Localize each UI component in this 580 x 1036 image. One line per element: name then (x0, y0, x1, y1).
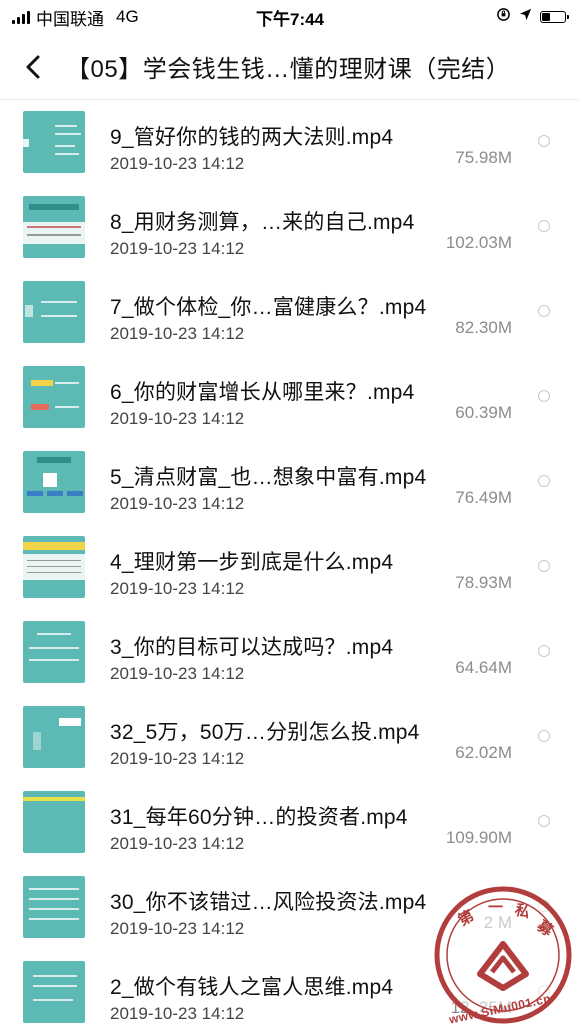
video-thumbnail (23, 366, 85, 428)
file-date: 2019-10-23 14:12 (110, 1004, 245, 1023)
file-row[interactable]: 32_5万，50万…分别怎么投.mp4 2019-10-23 14:12 62.… (0, 696, 580, 781)
video-thumbnail (23, 621, 85, 683)
chevron-left-icon (26, 55, 40, 78)
file-date: 2019-10-23 14:12 (110, 324, 245, 343)
select-radio[interactable] (538, 390, 550, 402)
video-thumbnail (23, 281, 85, 343)
select-radio[interactable] (538, 135, 550, 147)
select-radio[interactable] (538, 220, 550, 232)
select-radio[interactable] (538, 645, 550, 657)
video-thumbnail (23, 111, 85, 173)
file-row[interactable]: 9_管好你的钱的两大法则.mp4 2019-10-23 14:12 75.98M (0, 101, 580, 186)
file-name: 2_做个有钱人之富人思维.mp4 (110, 976, 394, 999)
nav-bar: 【05】学会钱生钱…懂的理财课（完结） (0, 34, 580, 100)
status-bar: 中国联通 4G 下午7:44 (0, 0, 580, 34)
video-thumbnail (23, 876, 85, 938)
file-row[interactable]: 7_做个体检_你…富健康么？.mp4 2019-10-23 14:12 82.3… (0, 271, 580, 356)
status-right (496, 7, 569, 27)
select-radio[interactable] (538, 815, 550, 827)
video-thumbnail (23, 196, 85, 258)
file-date: 2019-10-23 14:12 (110, 749, 245, 768)
file-name: 31_每年60分钟…的投资者.mp4 (110, 806, 408, 829)
file-name: 9_管好你的钱的两大法则.mp4 (110, 126, 394, 149)
file-name: 30_你不该错过…风险投资法.mp4 (110, 891, 427, 914)
network-label: 4G (116, 7, 139, 26)
select-radio[interactable] (538, 730, 550, 742)
file-row[interactable]: 31_每年60分钟…的投资者.mp4 2019-10-23 14:12 109.… (0, 781, 580, 866)
file-name: 3_你的目标可以达成吗？.mp4 (110, 636, 394, 659)
file-date: 2019-10-23 14:12 (110, 579, 245, 598)
signal-icon (12, 10, 30, 24)
select-radio[interactable] (538, 475, 550, 487)
battery-icon (540, 11, 569, 23)
rotation-lock-icon (496, 7, 511, 27)
file-date: 2019-10-23 14:12 (110, 154, 245, 173)
file-date: 2019-10-23 14:12 (110, 834, 245, 853)
file-row[interactable]: 30_你不该错过…风险投资法.mp4 2019-10-23 14:12 2 M (0, 866, 580, 951)
page-title: 【05】学会钱生钱…懂的理财课（完结） (66, 56, 511, 83)
video-thumbnail (23, 536, 85, 598)
file-name: 4_理财第一步到底是什么.mp4 (110, 551, 394, 574)
file-size: 75.98M (455, 148, 512, 167)
carrier-label: 中国联通 (36, 9, 104, 29)
location-icon (519, 8, 532, 26)
file-row[interactable]: 4_理财第一步到底是什么.mp4 2019-10-23 14:12 78.93M (0, 526, 580, 611)
file-date: 2019-10-23 14:12 (110, 239, 245, 258)
file-row[interactable]: 3_你的目标可以达成吗？.mp4 2019-10-23 14:12 64.64M (0, 611, 580, 696)
file-size: 78.93M (455, 573, 512, 592)
file-name: 5_清点财富_也…想象中富有.mp4 (110, 466, 427, 489)
file-list: 9_管好你的钱的两大法则.mp4 2019-10-23 14:12 75.98M… (0, 101, 580, 1036)
file-name: 32_5万，50万…分别怎么投.mp4 (110, 721, 420, 744)
file-date: 2019-10-23 14:12 (110, 409, 245, 428)
back-button[interactable] (0, 34, 66, 100)
file-date: 2019-10-23 14:12 (110, 494, 245, 513)
file-size: 76.49M (455, 488, 512, 507)
file-name: 7_做个体检_你…富健康么？.mp4 (110, 296, 427, 319)
file-row[interactable]: 2_做个有钱人之富人思维.mp4 2019-10-23 14:12 12 .35… (0, 951, 580, 1036)
video-thumbnail (23, 791, 85, 853)
file-size: 82.30M (455, 318, 512, 337)
file-size: 2 M (483, 913, 512, 932)
file-date: 2019-10-23 14:12 (110, 664, 245, 683)
file-size: 12 .35M (450, 998, 512, 1017)
file-size: 109.90M (445, 828, 512, 847)
select-radio[interactable] (538, 985, 550, 997)
video-thumbnail (23, 706, 85, 768)
file-row[interactable]: 6_你的财富增长从哪里来？.mp4 2019-10-23 14:12 60.39… (0, 356, 580, 441)
file-row[interactable]: 8_用财务测算，…来的自己.mp4 2019-10-23 14:12 102.0… (0, 186, 580, 271)
select-radio[interactable] (538, 560, 550, 572)
file-date: 2019-10-23 14:12 (110, 919, 245, 938)
file-size: 64.64M (455, 658, 512, 677)
file-name: 6_你的财富增长从哪里来？.mp4 (110, 381, 415, 404)
file-size: 60.39M (455, 403, 512, 422)
video-thumbnail (23, 961, 85, 1023)
select-radio[interactable] (538, 900, 550, 912)
file-size: 102.03M (445, 233, 512, 252)
file-row[interactable]: 5_清点财富_也…想象中富有.mp4 2019-10-23 14:12 76.4… (0, 441, 580, 526)
video-thumbnail (23, 451, 85, 513)
file-size: 62.02M (455, 743, 512, 762)
file-name: 8_用财务测算，…来的自己.mp4 (110, 211, 415, 234)
status-left: 中国联通 4G (12, 5, 139, 30)
select-radio[interactable] (538, 305, 550, 317)
